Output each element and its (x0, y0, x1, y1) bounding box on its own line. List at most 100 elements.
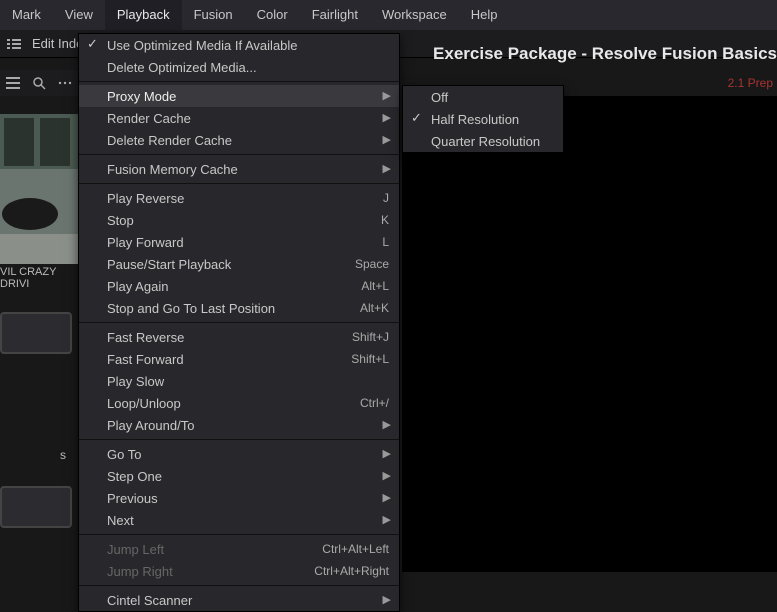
menu-item-label: Play Reverse (107, 191, 184, 206)
menu-item-label: Render Cache (107, 111, 191, 126)
menu-shortcut: Ctrl+Alt+Right (294, 564, 389, 578)
bin-item-1[interactable] (0, 312, 72, 354)
menu-play-reverse[interactable]: Play Reverse J (79, 187, 399, 209)
menu-fast-forward[interactable]: Fast Forward Shift+L (79, 348, 399, 370)
menu-shortcut: L (362, 235, 389, 249)
menu-fast-reverse[interactable]: Fast Reverse Shift+J (79, 326, 399, 348)
menu-item-label: Previous (107, 491, 158, 506)
menu-item-label: Cintel Scanner (107, 593, 192, 608)
menu-fusion-memory-cache[interactable]: Fusion Memory Cache ▶ (79, 158, 399, 180)
playback-menu: ✓ Use Optimized Media If Available Delet… (78, 33, 400, 612)
menu-view[interactable]: View (53, 0, 105, 30)
bin-item-2[interactable] (0, 486, 72, 528)
menu-item-label: Stop and Go To Last Position (107, 301, 275, 316)
chevron-right-icon: ▶ (383, 162, 391, 175)
menu-item-label: Delete Optimized Media... (107, 60, 257, 75)
menu-loop-unloop[interactable]: Loop/Unloop Ctrl+/ (79, 392, 399, 414)
menu-jump-right: Jump Right Ctrl+Alt+Right (79, 560, 399, 582)
menu-stop[interactable]: Stop K (79, 209, 399, 231)
menu-shortcut: Shift+J (332, 330, 389, 344)
menu-color[interactable]: Color (245, 0, 300, 30)
menu-item-label: Fusion Memory Cache (107, 162, 238, 177)
menu-play-around-to[interactable]: Play Around/To ▶ (79, 414, 399, 436)
menu-workspace[interactable]: Workspace (370, 0, 459, 30)
menu-item-label: Next (107, 513, 134, 528)
menu-next[interactable]: Next ▶ (79, 509, 399, 531)
menu-item-label: Proxy Mode (107, 89, 176, 104)
menu-pause-start[interactable]: Pause/Start Playback Space (79, 253, 399, 275)
chevron-right-icon: ▶ (383, 111, 391, 124)
chevron-right-icon: ▶ (383, 491, 391, 504)
menu-shortcut: Shift+L (331, 352, 389, 366)
edit-index-icon[interactable] (0, 30, 28, 58)
options-icon[interactable] (52, 69, 78, 97)
menu-render-cache[interactable]: Render Cache ▶ (79, 107, 399, 129)
menu-separator (79, 585, 399, 586)
menu-item-label: Quarter Resolution (431, 134, 540, 149)
media-toolbar (0, 70, 78, 96)
menu-separator (79, 183, 399, 184)
menu-play-slow[interactable]: Play Slow (79, 370, 399, 392)
menu-shortcut: Alt+L (341, 279, 389, 293)
project-title: Exercise Package - Resolve Fusion Basics (433, 44, 777, 64)
menu-item-label: Fast Reverse (107, 330, 184, 345)
menu-cintel-scanner[interactable]: Cintel Scanner ▶ (79, 589, 399, 611)
search-icon[interactable] (26, 69, 52, 97)
menu-stop-goto-last[interactable]: Stop and Go To Last Position Alt+K (79, 297, 399, 319)
menu-proxy-mode[interactable]: Proxy Mode ▶ (79, 85, 399, 107)
menu-shortcut: Space (335, 257, 389, 271)
menu-shortcut: K (361, 213, 389, 227)
menu-separator (79, 154, 399, 155)
menu-go-to[interactable]: Go To ▶ (79, 443, 399, 465)
menu-item-label: Off (431, 90, 448, 105)
menu-jump-left: Jump Left Ctrl+Alt+Left (79, 538, 399, 560)
menu-separator (79, 439, 399, 440)
clip-thumbnail-label: VIL CRAZY DRIVI (0, 266, 78, 290)
menu-play-again[interactable]: Play Again Alt+L (79, 275, 399, 297)
menu-help[interactable]: Help (459, 0, 510, 30)
viewer-area (402, 96, 777, 572)
proxy-half-resolution[interactable]: ✓ Half Resolution (403, 108, 563, 130)
chevron-right-icon: ▶ (383, 418, 391, 431)
proxy-mode-submenu: Off ✓ Half Resolution Quarter Resolution (402, 85, 564, 153)
menu-shortcut: J (363, 191, 389, 205)
menu-play-forward[interactable]: Play Forward L (79, 231, 399, 253)
menu-item-label: Jump Right (107, 564, 173, 579)
menu-item-label: Stop (107, 213, 134, 228)
menu-separator (79, 322, 399, 323)
menu-playback[interactable]: Playback (105, 0, 182, 30)
menubar: Mark View Playback Fusion Color Fairligh… (0, 0, 777, 30)
menu-use-optimized-media[interactable]: ✓ Use Optimized Media If Available (79, 34, 399, 56)
menu-shortcut: Ctrl+/ (340, 396, 389, 410)
edit-index-label: Edit Inde (28, 36, 83, 51)
proxy-quarter-resolution[interactable]: Quarter Resolution (403, 130, 563, 152)
chevron-right-icon: ▶ (383, 513, 391, 526)
menu-step-one[interactable]: Step One ▶ (79, 465, 399, 487)
menu-delete-optimized-media[interactable]: Delete Optimized Media... (79, 56, 399, 78)
clip-badge: 2.1 Prep (728, 76, 773, 90)
menu-item-label: Pause/Start Playback (107, 257, 231, 272)
menu-item-label: Fast Forward (107, 352, 184, 367)
menu-item-label: Play Around/To (107, 418, 194, 433)
menu-fairlight[interactable]: Fairlight (300, 0, 370, 30)
menu-fusion[interactable]: Fusion (182, 0, 245, 30)
bin-label-suffix: s (60, 448, 66, 462)
menu-item-label: Loop/Unloop (107, 396, 181, 411)
menu-delete-render-cache[interactable]: Delete Render Cache ▶ (79, 129, 399, 151)
check-icon: ✓ (87, 36, 98, 52)
proxy-off[interactable]: Off (403, 86, 563, 108)
clip-thumbnail[interactable] (0, 114, 78, 264)
menu-separator (79, 534, 399, 535)
menu-item-label: Go To (107, 447, 141, 462)
chevron-right-icon: ▶ (383, 133, 391, 146)
menu-item-label: Half Resolution (431, 112, 519, 127)
menu-shortcut: Alt+K (340, 301, 389, 315)
chevron-right-icon: ▶ (383, 447, 391, 460)
menu-mark[interactable]: Mark (0, 0, 53, 30)
list-view-icon[interactable] (0, 69, 26, 97)
menu-item-label: Use Optimized Media If Available (107, 38, 298, 53)
menu-item-label: Delete Render Cache (107, 133, 232, 148)
menu-item-label: Play Again (107, 279, 168, 294)
menu-previous[interactable]: Previous ▶ (79, 487, 399, 509)
chevron-right-icon: ▶ (383, 89, 391, 102)
